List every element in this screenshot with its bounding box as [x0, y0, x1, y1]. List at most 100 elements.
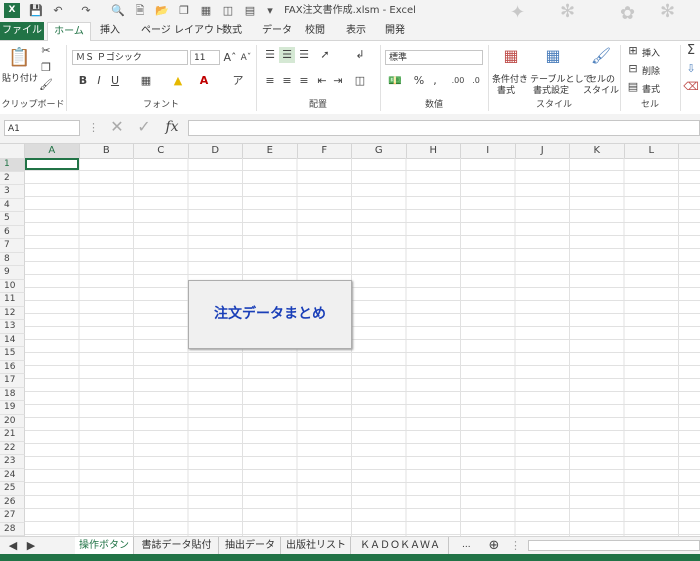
- format-cells-button[interactable]: 書式: [642, 82, 660, 95]
- sheet-tab[interactable]: 書誌データ貼付: [135, 537, 219, 554]
- row-header[interactable]: 8: [0, 252, 25, 266]
- column-header[interactable]: C: [134, 144, 189, 158]
- underline-button[interactable]: U: [108, 73, 122, 89]
- cancel-icon[interactable]: ✕: [108, 119, 126, 135]
- conditional-formatting-icon[interactable]: ▦: [500, 45, 522, 67]
- row-header[interactable]: 9: [0, 266, 25, 280]
- insert-cells-button[interactable]: 挿入: [642, 46, 660, 59]
- horizontal-scrollbar[interactable]: [528, 540, 700, 551]
- tab-file[interactable]: ファイル: [0, 22, 44, 40]
- decrease-decimal-icon[interactable]: .0: [468, 73, 484, 89]
- tab-insert[interactable]: 挿入: [100, 22, 120, 40]
- row-header[interactable]: 3: [0, 185, 25, 199]
- delete-cells-icon[interactable]: ⊟: [626, 61, 640, 77]
- increase-decimal-icon[interactable]: .00: [450, 73, 466, 89]
- merge-center-icon[interactable]: ◫: [352, 73, 368, 89]
- formula-input[interactable]: [188, 120, 700, 136]
- row-header[interactable]: 23: [0, 455, 25, 469]
- clear-icon[interactable]: ⌫: [683, 79, 699, 95]
- tab-home[interactable]: ホーム: [47, 22, 91, 42]
- row-header[interactable]: 25: [0, 482, 25, 496]
- scroll-right-icon[interactable]: ▶: [24, 538, 38, 554]
- column-header[interactable]: K: [570, 144, 625, 158]
- align-bottom-icon[interactable]: ☰: [296, 47, 312, 63]
- row-header[interactable]: 7: [0, 239, 25, 253]
- align-left-icon[interactable]: ≡: [262, 73, 278, 89]
- cut-icon[interactable]: ✂: [38, 43, 54, 59]
- font-size-select[interactable]: 11: [190, 50, 220, 65]
- increase-indent-icon[interactable]: ⇥: [330, 73, 346, 89]
- row-header[interactable]: 4: [0, 198, 25, 212]
- bold-button[interactable]: B: [76, 73, 90, 89]
- row-header[interactable]: 12: [0, 306, 25, 320]
- tab-formulas[interactable]: 数式: [222, 22, 242, 40]
- row-header[interactable]: 17: [0, 374, 25, 388]
- shrink-font-icon[interactable]: Aˇ: [239, 50, 253, 66]
- wrap-text-icon[interactable]: ↲: [352, 47, 368, 63]
- add-sheet-icon[interactable]: ⊕: [486, 538, 502, 554]
- column-header[interactable]: B: [80, 144, 134, 158]
- percent-button[interactable]: %: [412, 73, 426, 89]
- align-right-icon[interactable]: ≡: [296, 73, 312, 89]
- autosum-icon[interactable]: Σ: [683, 43, 699, 59]
- cell-grid[interactable]: [25, 158, 700, 536]
- cell-styles-icon[interactable]: 🖌: [590, 45, 612, 67]
- row-header[interactable]: 14: [0, 333, 25, 347]
- column-header[interactable]: L: [625, 144, 679, 158]
- row-header[interactable]: 26: [0, 495, 25, 509]
- italic-button[interactable]: I: [92, 73, 106, 89]
- paste-button[interactable]: 貼り付け: [2, 71, 38, 84]
- number-format-select[interactable]: 標準: [385, 50, 483, 65]
- column-header[interactable]: H: [407, 144, 461, 158]
- row-header[interactable]: 20: [0, 414, 25, 428]
- active-cell-a1[interactable]: [25, 158, 79, 170]
- comma-button[interactable]: ,: [428, 73, 442, 89]
- column-header[interactable]: I: [461, 144, 516, 158]
- accounting-format-icon[interactable]: 💵: [387, 73, 403, 89]
- fill-color-icon[interactable]: ▲: [170, 73, 186, 89]
- column-header[interactable]: D: [189, 144, 243, 158]
- format-painter-icon[interactable]: 🖌: [38, 77, 54, 93]
- tab-developer[interactable]: 開発: [385, 22, 405, 40]
- row-header[interactable]: 22: [0, 441, 25, 455]
- copy-icon[interactable]: ❐: [38, 60, 54, 76]
- tab-view[interactable]: 表示: [346, 22, 366, 40]
- collect-order-data-button[interactable]: 注文データまとめ: [188, 280, 352, 349]
- orientation-icon[interactable]: ➚: [316, 47, 334, 63]
- more-sheets-button[interactable]: ...: [462, 540, 471, 550]
- borders-icon[interactable]: ▦: [138, 73, 154, 89]
- align-top-icon[interactable]: ☰: [262, 47, 278, 63]
- font-color-icon[interactable]: A: [196, 73, 212, 89]
- row-header[interactable]: 6: [0, 225, 25, 239]
- select-all-corner[interactable]: [0, 144, 25, 158]
- column-header[interactable]: F: [298, 144, 352, 158]
- row-header[interactable]: 19: [0, 401, 25, 415]
- align-middle-icon[interactable]: ☰: [279, 47, 295, 63]
- fill-icon[interactable]: ⇩: [683, 61, 699, 77]
- column-header[interactable]: E: [243, 144, 298, 158]
- row-header[interactable]: 16: [0, 360, 25, 374]
- row-header[interactable]: 10: [0, 279, 25, 293]
- sheet-tab[interactable]: 出版社リスト: [282, 537, 351, 554]
- paste-icon[interactable]: 📋: [8, 47, 30, 69]
- row-header[interactable]: 18: [0, 387, 25, 401]
- row-header[interactable]: 13: [0, 320, 25, 334]
- row-header[interactable]: 27: [0, 509, 25, 523]
- decrease-indent-icon[interactable]: ⇤: [314, 73, 330, 89]
- row-header[interactable]: 15: [0, 347, 25, 361]
- insert-cells-icon[interactable]: ⊞: [626, 43, 640, 59]
- font-name-select[interactable]: ＭＳ Ｐゴシック: [72, 50, 188, 65]
- sheet-tab[interactable]: ＫＡＤＯＫＡＷＡ: [352, 537, 449, 554]
- column-header[interactable]: G: [352, 144, 407, 158]
- name-box[interactable]: A1: [4, 120, 80, 136]
- format-as-table-icon[interactable]: ▦: [542, 45, 564, 67]
- enter-icon[interactable]: ✓: [135, 119, 153, 135]
- grow-font-icon[interactable]: Aˆ: [223, 50, 237, 66]
- row-header[interactable]: 11: [0, 293, 25, 307]
- tab-review[interactable]: 校閲: [305, 22, 325, 40]
- row-header[interactable]: 24: [0, 468, 25, 482]
- tab-page-layout[interactable]: ページ レイアウト: [141, 22, 224, 40]
- scroll-left-icon[interactable]: ◀: [6, 538, 20, 554]
- insert-function-icon[interactable]: fx: [162, 119, 182, 135]
- row-header[interactable]: 2: [0, 171, 25, 185]
